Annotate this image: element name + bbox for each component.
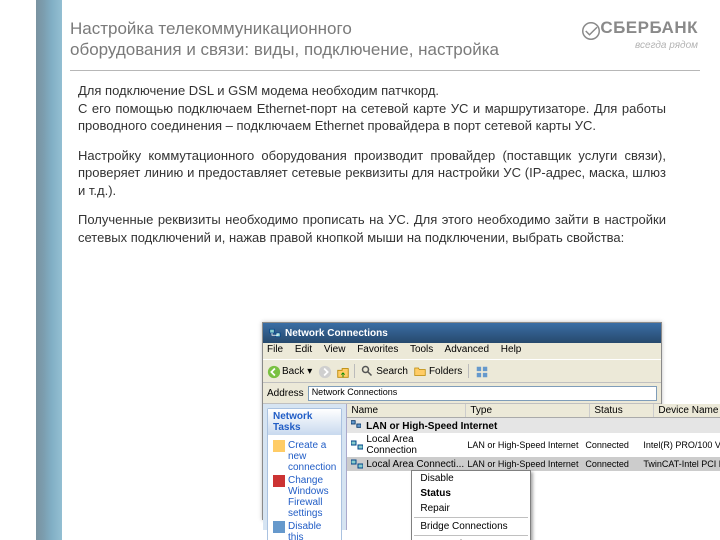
tasks-panel-header: Network Tasks [268, 409, 341, 435]
folders-icon [414, 365, 426, 377]
menu-tools[interactable]: Tools [410, 344, 433, 355]
header-divider [70, 70, 700, 71]
ctx-repair[interactable]: Repair [412, 501, 530, 516]
list-pane: Name Type Status Device Name LAN or High… [347, 404, 720, 530]
menu-favorites[interactable]: Favorites [357, 344, 398, 355]
task-item[interactable]: Create a new connection [273, 440, 336, 473]
menu-file[interactable]: File [267, 344, 283, 355]
menu-advanced[interactable]: Advanced [445, 344, 489, 355]
list-item[interactable]: Local Area Connection LAN or High-Speed … [347, 433, 720, 457]
col-type[interactable]: Type [466, 404, 590, 417]
col-status[interactable]: Status [590, 404, 654, 417]
window-title-text: Network Connections [285, 328, 388, 339]
task-icon [273, 521, 285, 533]
forward-icon[interactable] [318, 365, 330, 377]
brand-tagline: всегда рядом [582, 40, 698, 51]
address-field[interactable]: Network Connections [308, 386, 657, 401]
network-small-icon [351, 419, 363, 431]
ctx-bridge[interactable]: Bridge Connections [412, 519, 530, 534]
connection-icon [351, 458, 363, 470]
col-name[interactable]: Name [347, 404, 466, 417]
menu-bar[interactable]: File Edit View Favorites Tools Advanced … [263, 343, 661, 359]
col-device[interactable]: Device Name [654, 404, 720, 417]
brand-logo-icon [582, 22, 594, 34]
body-text: Для подключение DSL и GSM модема необход… [78, 82, 666, 258]
brand-block: СБЕРБАНК всегда рядом [582, 18, 698, 51]
views-icon[interactable] [475, 365, 487, 377]
menu-view[interactable]: View [324, 344, 346, 355]
accent-bar [36, 0, 62, 540]
task-item[interactable]: Disable this network device [273, 521, 336, 540]
task-icon [273, 475, 285, 487]
paragraph-2: Настройку коммутационного оборудования п… [78, 147, 666, 200]
ctx-status[interactable]: Status [412, 486, 530, 501]
menu-help[interactable]: Help [501, 344, 522, 355]
folders-button[interactable]: Folders [414, 365, 462, 377]
window-titlebar: Network Connections [263, 323, 661, 343]
search-button[interactable]: Search [361, 365, 408, 377]
back-button[interactable]: Back ▾ [267, 365, 312, 377]
brand-name: СБЕРБАНК [600, 18, 698, 38]
list-item[interactable]: Local Area Connecti... LAN or High-Speed… [347, 457, 720, 471]
column-headers[interactable]: Name Type Status Device Name [347, 404, 720, 418]
toolbar: Back ▾ Search Folders [263, 359, 661, 383]
title-line-1: Настройка телекоммуникационного [70, 19, 352, 38]
group-header: LAN or High-Speed Internet [347, 418, 720, 433]
network-icon [269, 327, 281, 339]
slide-title: Настройка телекоммуникационного оборудов… [70, 18, 570, 61]
tasks-pane: Network Tasks Create a new connection Ch… [263, 404, 347, 530]
context-menu[interactable]: Disable Status Repair Bridge Connections… [411, 470, 531, 540]
menu-edit[interactable]: Edit [295, 344, 312, 355]
back-icon [267, 365, 279, 377]
search-icon [361, 365, 373, 377]
connection-icon [351, 439, 363, 451]
task-item[interactable]: Change Windows Firewall settings [273, 475, 336, 519]
up-icon[interactable] [336, 365, 348, 377]
paragraph-3: Полученные реквизиты необходимо прописат… [78, 211, 666, 246]
task-icon [273, 440, 285, 452]
screenshot-window: Network Connections File Edit View Favor… [262, 322, 662, 520]
ctx-disable[interactable]: Disable [412, 471, 530, 486]
title-line-2: оборудования и связи: виды, подключение,… [70, 40, 499, 59]
address-label: Address [267, 388, 304, 399]
paragraph-1: Для подключение DSL и GSM модема необход… [78, 82, 666, 135]
address-bar: Address Network Connections [263, 383, 661, 404]
